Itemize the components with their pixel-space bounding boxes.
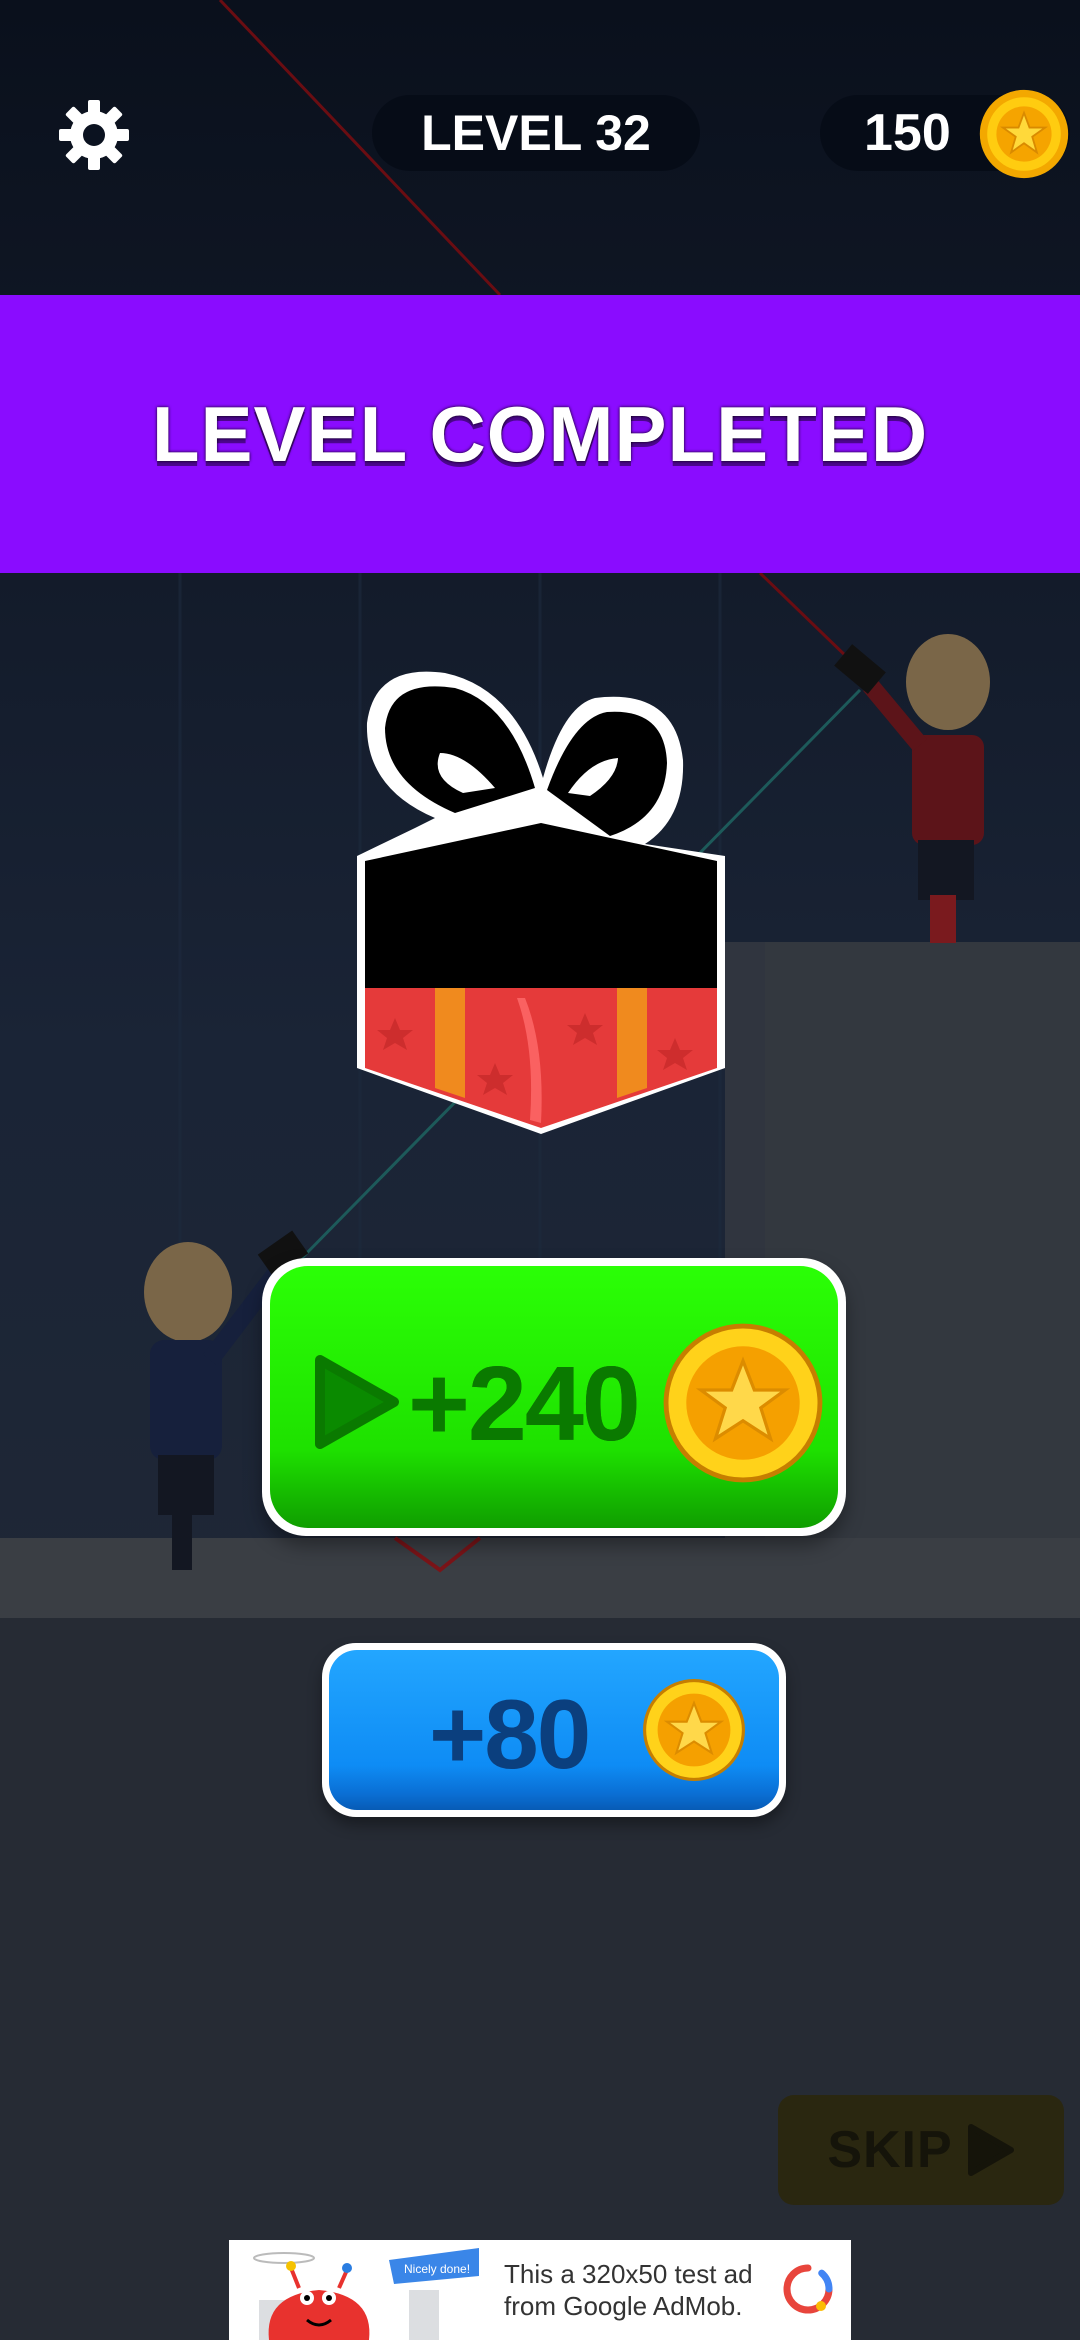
ad-artwork: Nicely done!: [229, 2240, 489, 2340]
video-reward-amount: +240: [408, 1345, 641, 1463]
ad-badge-text: Nicely done!: [404, 2262, 470, 2276]
level-label: LEVEL 32: [421, 105, 651, 161]
level-indicator: LEVEL 32: [372, 95, 700, 171]
watch-video-reward-face: +240: [270, 1266, 838, 1528]
admob-logo-icon: [783, 2264, 833, 2314]
star-coin-icon: [663, 1323, 823, 1483]
claim-reward-face: +80: [329, 1650, 779, 1810]
gear-icon: [59, 100, 129, 170]
ad-text: This a 320x50 test ad from Google AdMob.: [504, 2259, 753, 2321]
gift-box-icon: [357, 671, 725, 1134]
ad-banner[interactable]: Nicely done! This a 320x50 test ad from …: [229, 2240, 851, 2340]
coin-balance-value: 150: [864, 104, 951, 162]
settings-button[interactable]: [55, 96, 133, 174]
play-icon: [315, 1355, 399, 1449]
claim-reward-button[interactable]: +80: [322, 1643, 786, 1817]
skip-label: SKIP: [827, 2121, 953, 2179]
level-completed-title: LEVEL COMPLETED: [151, 389, 929, 478]
star-coin-icon: [643, 1679, 745, 1781]
star-coin-icon: [979, 89, 1069, 179]
skip-button[interactable]: SKIP: [778, 2095, 1064, 2205]
level-completed-banner: LEVEL COMPLETED: [0, 295, 1080, 573]
play-icon: [967, 2124, 1014, 2176]
watch-video-reward-button[interactable]: +240: [262, 1258, 846, 1536]
basic-reward-amount: +80: [429, 1679, 591, 1789]
